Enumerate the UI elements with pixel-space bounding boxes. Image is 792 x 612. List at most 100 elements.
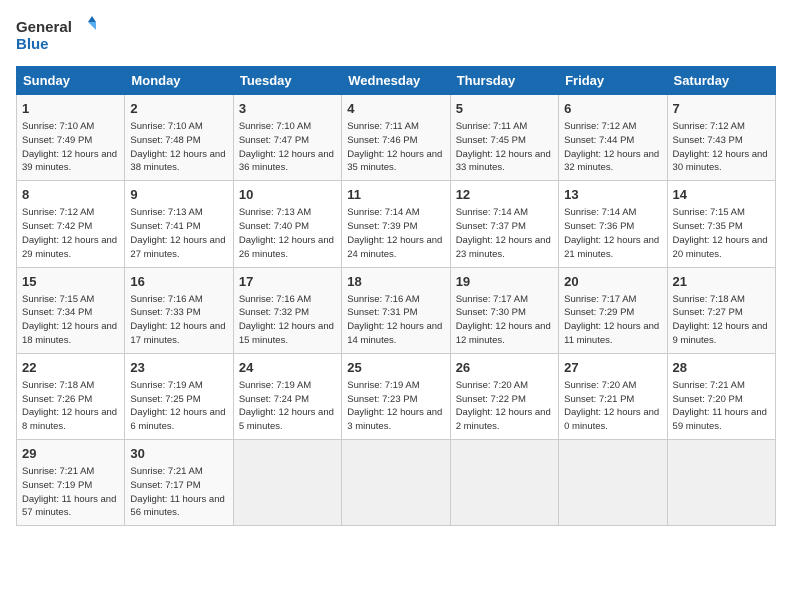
weekday-header-thursday: Thursday [450, 67, 558, 95]
calendar-table: SundayMondayTuesdayWednesdayThursdayFrid… [16, 66, 776, 526]
calendar-cell: 3 Sunrise: 7:10 AM Sunset: 7:47 PM Daylig… [233, 95, 341, 181]
day-number: 22 [22, 359, 119, 377]
calendar-cell: 23 Sunrise: 7:19 AM Sunset: 7:25 PM Dayli… [125, 353, 233, 439]
day-number: 4 [347, 100, 444, 118]
calendar-cell: 27 Sunrise: 7:20 AM Sunset: 7:21 PM Dayli… [559, 353, 667, 439]
calendar-cell: 2 Sunrise: 7:10 AM Sunset: 7:48 PM Daylig… [125, 95, 233, 181]
calendar-cell: 1 Sunrise: 7:10 AM Sunset: 7:49 PM Daylig… [17, 95, 125, 181]
calendar-cell: 10Sunrise: 7:13 AM Sunset: 7:40 PM Dayli… [233, 181, 341, 267]
day-number: 26 [456, 359, 553, 377]
day-info: Sunrise: 7:13 AM Sunset: 7:40 PM Dayligh… [239, 206, 336, 261]
day-info: Sunrise: 7:14 AM Sunset: 7:39 PM Dayligh… [347, 206, 444, 261]
calendar-cell: 20 Sunrise: 7:17 AM Sunset: 7:29 PM Dayli… [559, 267, 667, 353]
calendar-cell: 5Sunrise: 7:11 AM Sunset: 7:45 PM Daylig… [450, 95, 558, 181]
day-info: Sunrise: 7:17 AM Sunset: 7:29 PM Dayligh… [564, 293, 661, 348]
calendar-cell: 16 Sunrise: 7:16 AM Sunset: 7:33 PM Dayli… [125, 267, 233, 353]
weekday-header-tuesday: Tuesday [233, 67, 341, 95]
logo-svg: General Blue [16, 16, 106, 56]
day-number: 2 [130, 100, 227, 118]
day-number: 14 [673, 186, 770, 204]
day-number: 6 [564, 100, 661, 118]
day-number: 28 [673, 359, 770, 377]
day-info: Sunrise: 7:12 AM Sunset: 7:42 PM Dayligh… [22, 206, 119, 261]
day-number: 27 [564, 359, 661, 377]
day-number: 23 [130, 359, 227, 377]
day-number: 7 [673, 100, 770, 118]
weekday-header-row: SundayMondayTuesdayWednesdayThursdayFrid… [17, 67, 776, 95]
calendar-cell: 25 Sunrise: 7:19 AM Sunset: 7:23 PM Dayli… [342, 353, 450, 439]
day-info: Sunrise: 7:14 AM Sunset: 7:36 PM Dayligh… [564, 206, 661, 261]
calendar-cell: 21Sunrise: 7:18 AM Sunset: 7:27 PM Dayli… [667, 267, 775, 353]
calendar-week-row: 15 Sunrise: 7:15 AM Sunset: 7:34 PM Dayli… [17, 267, 776, 353]
day-info: Sunrise: 7:16 AM Sunset: 7:33 PM Dayligh… [130, 293, 227, 348]
day-number: 20 [564, 273, 661, 291]
calendar-cell: 11 Sunrise: 7:14 AM Sunset: 7:39 PM Dayli… [342, 181, 450, 267]
day-info: Sunrise: 7:21 AM Sunset: 7:20 PM Dayligh… [673, 379, 770, 434]
calendar-cell: 26 Sunrise: 7:20 AM Sunset: 7:22 PM Dayli… [450, 353, 558, 439]
day-info: Sunrise: 7:20 AM Sunset: 7:21 PM Dayligh… [564, 379, 661, 434]
day-number: 15 [22, 273, 119, 291]
calendar-cell: 28 Sunrise: 7:21 AM Sunset: 7:20 PM Dayli… [667, 353, 775, 439]
weekday-header-monday: Monday [125, 67, 233, 95]
day-number: 24 [239, 359, 336, 377]
day-info: Sunrise: 7:11 AM Sunset: 7:46 PM Dayligh… [347, 120, 444, 175]
day-info: Sunrise: 7:10 AM Sunset: 7:47 PM Dayligh… [239, 120, 336, 175]
calendar-cell: 15 Sunrise: 7:15 AM Sunset: 7:34 PM Dayli… [17, 267, 125, 353]
day-number: 19 [456, 273, 553, 291]
calendar-cell: 7 Sunrise: 7:12 AM Sunset: 7:43 PM Daylig… [667, 95, 775, 181]
day-info: Sunrise: 7:19 AM Sunset: 7:23 PM Dayligh… [347, 379, 444, 434]
day-number: 13 [564, 186, 661, 204]
day-info: Sunrise: 7:12 AM Sunset: 7:43 PM Dayligh… [673, 120, 770, 175]
calendar-cell: 18 Sunrise: 7:16 AM Sunset: 7:31 PM Dayli… [342, 267, 450, 353]
calendar-week-row: 29 Sunrise: 7:21 AM Sunset: 7:19 PM Dayli… [17, 440, 776, 526]
day-info: Sunrise: 7:21 AM Sunset: 7:19 PM Dayligh… [22, 465, 119, 520]
day-number: 16 [130, 273, 227, 291]
day-info: Sunrise: 7:10 AM Sunset: 7:48 PM Dayligh… [130, 120, 227, 175]
day-info: Sunrise: 7:12 AM Sunset: 7:44 PM Dayligh… [564, 120, 661, 175]
day-number: 18 [347, 273, 444, 291]
logo: General Blue [16, 16, 106, 56]
weekday-header-saturday: Saturday [667, 67, 775, 95]
day-info: Sunrise: 7:19 AM Sunset: 7:25 PM Dayligh… [130, 379, 227, 434]
calendar-cell [667, 440, 775, 526]
page-header: General Blue [16, 16, 776, 56]
day-info: Sunrise: 7:18 AM Sunset: 7:27 PM Dayligh… [673, 293, 770, 348]
day-info: Sunrise: 7:16 AM Sunset: 7:32 PM Dayligh… [239, 293, 336, 348]
day-number: 9 [130, 186, 227, 204]
day-info: Sunrise: 7:11 AM Sunset: 7:45 PM Dayligh… [456, 120, 553, 175]
day-info: Sunrise: 7:15 AM Sunset: 7:34 PM Dayligh… [22, 293, 119, 348]
calendar-cell [450, 440, 558, 526]
day-number: 12 [456, 186, 553, 204]
calendar-week-row: 8 Sunrise: 7:12 AM Sunset: 7:42 PM Daylig… [17, 181, 776, 267]
calendar-cell: 9Sunrise: 7:13 AM Sunset: 7:41 PM Daylig… [125, 181, 233, 267]
calendar-cell [559, 440, 667, 526]
day-number: 11 [347, 186, 444, 204]
day-number: 8 [22, 186, 119, 204]
calendar-cell: 29 Sunrise: 7:21 AM Sunset: 7:19 PM Dayli… [17, 440, 125, 526]
day-number: 29 [22, 445, 119, 463]
day-info: Sunrise: 7:18 AM Sunset: 7:26 PM Dayligh… [22, 379, 119, 434]
weekday-header-wednesday: Wednesday [342, 67, 450, 95]
weekday-header-sunday: Sunday [17, 67, 125, 95]
calendar-cell: 24 Sunrise: 7:19 AM Sunset: 7:24 PM Dayli… [233, 353, 341, 439]
day-info: Sunrise: 7:16 AM Sunset: 7:31 PM Dayligh… [347, 293, 444, 348]
day-number: 30 [130, 445, 227, 463]
calendar-cell: 13 Sunrise: 7:14 AM Sunset: 7:36 PM Dayli… [559, 181, 667, 267]
day-info: Sunrise: 7:20 AM Sunset: 7:22 PM Dayligh… [456, 379, 553, 434]
day-number: 3 [239, 100, 336, 118]
calendar-cell: 19 Sunrise: 7:17 AM Sunset: 7:30 PM Dayli… [450, 267, 558, 353]
calendar-week-row: 1 Sunrise: 7:10 AM Sunset: 7:49 PM Daylig… [17, 95, 776, 181]
day-info: Sunrise: 7:19 AM Sunset: 7:24 PM Dayligh… [239, 379, 336, 434]
day-number: 1 [22, 100, 119, 118]
svg-text:Blue: Blue [16, 36, 49, 53]
day-info: Sunrise: 7:15 AM Sunset: 7:35 PM Dayligh… [673, 206, 770, 261]
day-number: 25 [347, 359, 444, 377]
calendar-cell: 22 Sunrise: 7:18 AM Sunset: 7:26 PM Dayli… [17, 353, 125, 439]
day-info: Sunrise: 7:10 AM Sunset: 7:49 PM Dayligh… [22, 120, 119, 175]
calendar-cell: 6 Sunrise: 7:12 AM Sunset: 7:44 PM Daylig… [559, 95, 667, 181]
calendar-cell: 12Sunrise: 7:14 AM Sunset: 7:37 PM Dayli… [450, 181, 558, 267]
weekday-header-friday: Friday [559, 67, 667, 95]
svg-text:General: General [16, 19, 72, 36]
calendar-week-row: 22 Sunrise: 7:18 AM Sunset: 7:26 PM Dayli… [17, 353, 776, 439]
day-info: Sunrise: 7:17 AM Sunset: 7:30 PM Dayligh… [456, 293, 553, 348]
